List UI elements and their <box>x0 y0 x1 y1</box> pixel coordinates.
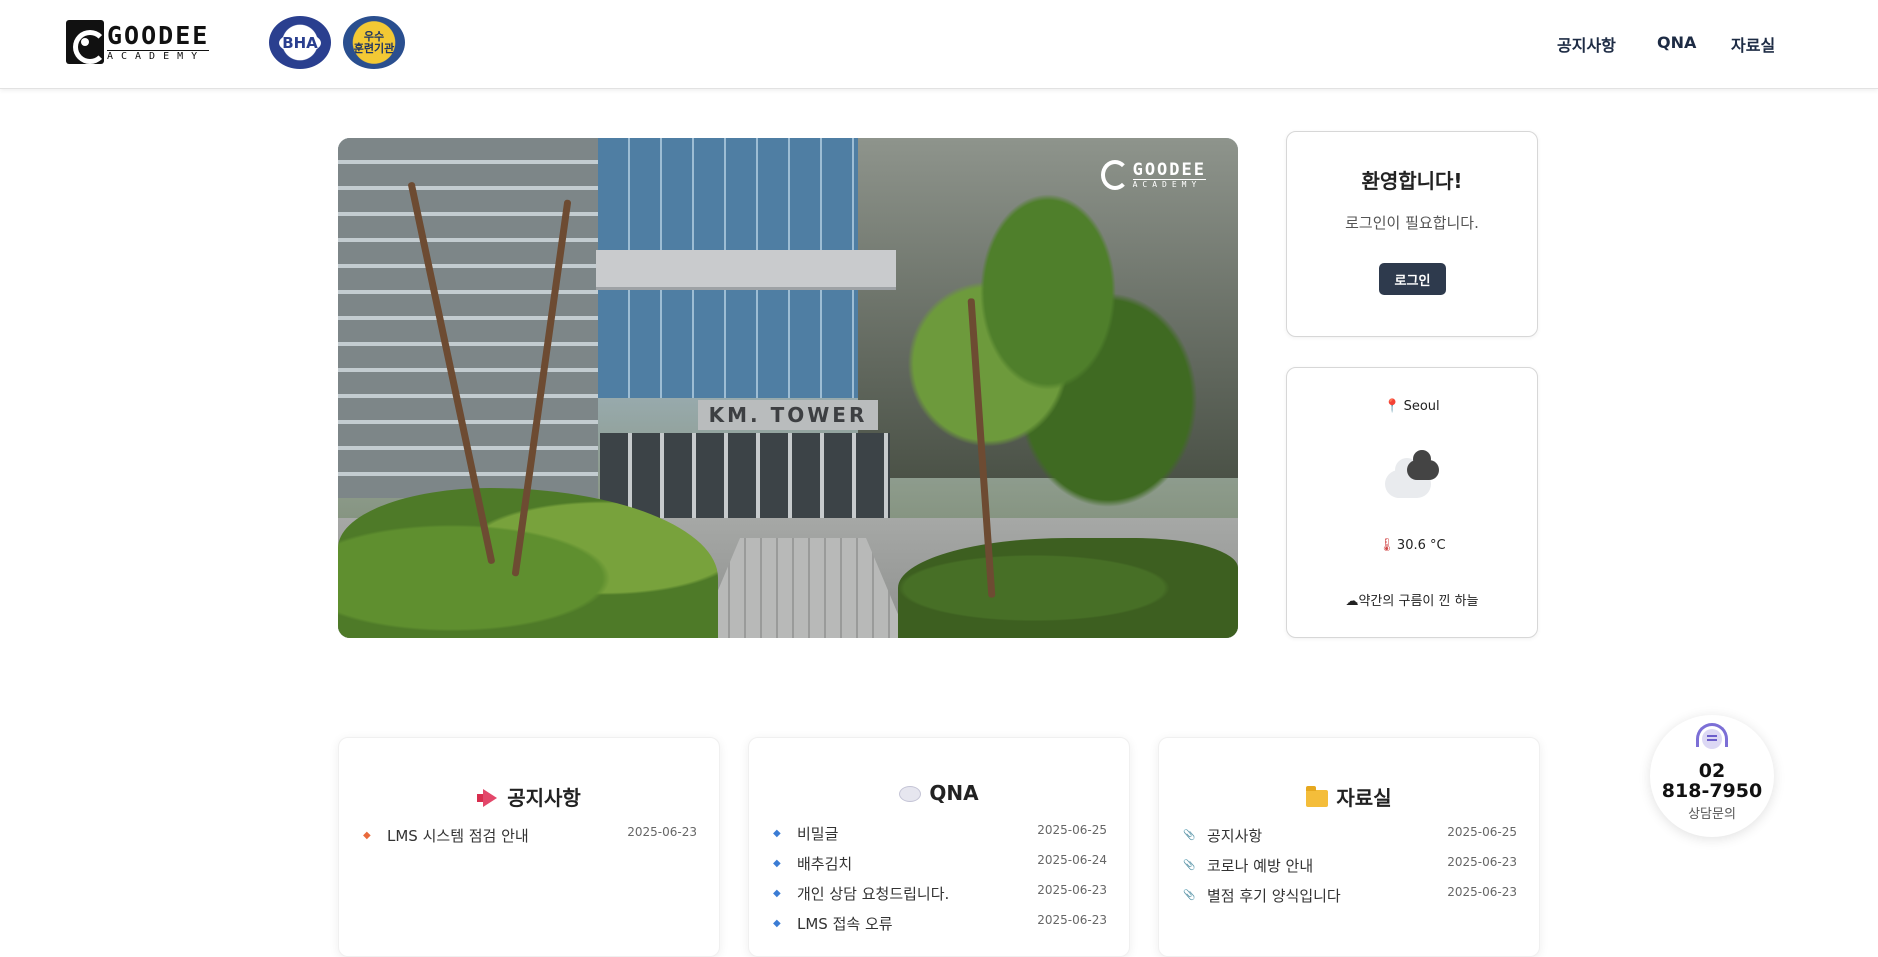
logo-word: GOODEE <box>107 20 210 50</box>
list-item-date: 2025-06-23 <box>627 825 697 839</box>
qna-board-title[interactable]: QNA <box>929 781 978 805</box>
list-item-date: 2025-06-23 <box>1037 883 1107 897</box>
speech-bubble-icon <box>899 786 922 802</box>
list-item-title[interactable]: 코로나 예방 안내 <box>1207 855 1313 876</box>
logo-sub: ACADEMY <box>107 49 210 63</box>
archive-board-title[interactable]: 자료실 <box>1336 786 1391 810</box>
paperclip-icon: 📎 <box>1183 829 1196 841</box>
list-item[interactable]: 📎 별점 후기 양식입니다 2025-06-23 <box>1183 885 1517 905</box>
hero-logo-word: GOODEE <box>1132 160 1206 180</box>
thermometer-icon: 🌡 <box>1378 538 1395 553</box>
megaphone-icon <box>477 789 499 807</box>
award-badge-text: 우수 훈련기관 <box>353 29 395 55</box>
folder-icon <box>1306 786 1329 807</box>
list-item[interactable]: ◆ 배추김치 2025-06-24 <box>773 853 1107 873</box>
login-button[interactable]: 로그인 <box>1379 263 1446 295</box>
list-item-title[interactable]: 별점 후기 양식입니다 <box>1207 885 1341 906</box>
list-item-title[interactable]: 비밀글 <box>797 823 838 844</box>
diamond-bullet-icon: ◆ <box>773 917 781 929</box>
paperclip-icon: 📎 <box>1183 889 1196 901</box>
list-item[interactable]: ◆ LMS 접속 오류 2025-06-23 <box>773 913 1107 933</box>
list-item[interactable]: ◆ 비밀글 2025-06-25 <box>773 823 1107 843</box>
goodee-academy-logo[interactable]: GOODEE ACADEMY <box>66 20 212 64</box>
list-item-title[interactable]: 배추김치 <box>797 853 852 874</box>
cloud-icon <box>1385 450 1445 500</box>
tower-sign: KM. TOWER <box>698 400 878 430</box>
diamond-bullet-icon: ◆ <box>773 827 781 839</box>
weather-description: 약간의 구름이 낀 하늘 <box>1358 594 1479 609</box>
list-item[interactable]: ◆ LMS 시스템 점검 안내 2025-06-23 <box>363 825 697 845</box>
list-item-date: 2025-06-25 <box>1447 825 1517 839</box>
notice-board: 공지사항 ◆ LMS 시스템 점검 안내 2025-06-23 <box>338 737 720 957</box>
list-item[interactable]: 📎 코로나 예방 안내 2025-06-23 <box>1183 855 1517 875</box>
hero-watermark-logo: GOODEE ACADEMY <box>1100 160 1206 190</box>
notice-board-title[interactable]: 공지사항 <box>507 786 581 810</box>
bha-badge: BHA <box>269 16 331 69</box>
diamond-bullet-icon: ◆ <box>773 857 781 869</box>
nav-qna[interactable]: QNA <box>1657 33 1696 52</box>
contact-phone-area: 02 <box>1698 760 1726 782</box>
contact-phone-number: 818-7950 <box>1661 780 1763 802</box>
bha-badge-text: BHA <box>279 32 321 53</box>
archive-board: 자료실 📎 공지사항 2025-06-25 📎 코로나 예방 안내 2025-0… <box>1158 737 1540 957</box>
right-tree <box>898 148 1198 508</box>
list-item-title[interactable]: LMS 시스템 점검 안내 <box>387 825 529 846</box>
list-item-date: 2025-06-23 <box>1037 913 1107 927</box>
hero-logo-sub: ACADEMY <box>1132 179 1206 189</box>
list-item-title[interactable]: 개인 상담 요청드립니다. <box>797 883 949 904</box>
qna-board: QNA ◆ 비밀글 2025-06-25 ◆ 배추김치 2025-06-24 ◆… <box>748 737 1130 957</box>
list-item-title[interactable]: 공지사항 <box>1207 825 1262 846</box>
entrance-canopy <box>596 250 896 290</box>
logo-mark-icon <box>66 20 107 64</box>
hero-logo-mark-icon <box>1100 160 1129 190</box>
list-item-date: 2025-06-24 <box>1037 853 1107 867</box>
list-item[interactable]: 📎 공지사항 2025-06-25 <box>1183 825 1517 845</box>
paperclip-icon: 📎 <box>1183 859 1196 871</box>
login-required-message: 로그인이 필요합니다. <box>1345 214 1479 232</box>
top-header: GOODEE ACADEMY BHA 우수 훈련기관 공지사항 QNA 자료실 <box>0 0 1878 89</box>
list-item[interactable]: ◆ 개인 상담 요청드립니다. 2025-06-23 <box>773 883 1107 903</box>
diamond-bullet-icon: ◆ <box>363 829 371 841</box>
nav-archive[interactable]: 자료실 <box>1731 32 1775 56</box>
contact-phone: 02 818-7950 <box>1650 761 1774 801</box>
headset-icon <box>1694 723 1730 755</box>
list-item-title[interactable]: LMS 접속 오류 <box>797 913 893 934</box>
cloud-sun-icon: ☁ <box>1345 594 1359 609</box>
contact-label: 상담문의 <box>1688 807 1736 822</box>
login-card: 환영합니다! 로그인이 필요합니다. 로그인 <box>1286 131 1538 337</box>
diamond-bullet-icon: ◆ <box>773 887 781 899</box>
welcome-title: 환영합니다! <box>1361 169 1463 193</box>
award-badge: 우수 훈련기관 <box>343 16 405 69</box>
nav-notice[interactable]: 공지사항 <box>1557 32 1616 56</box>
right-shrubs <box>898 538 1238 638</box>
consultation-contact-button[interactable]: 02 818-7950 상담문의 <box>1650 715 1774 837</box>
list-item-date: 2025-06-25 <box>1037 823 1107 837</box>
list-item-date: 2025-06-23 <box>1447 885 1517 899</box>
weather-city: Seoul <box>1403 399 1440 414</box>
weather-card: 📍 Seoul 🌡 30.6 °C ☁약간의 구름이 낀 하늘 <box>1286 367 1538 638</box>
pin-icon: 📍 <box>1384 399 1401 414</box>
weather-temperature: 30.6 °C <box>1396 538 1446 553</box>
hero-building-image: KM. TOWER GOODEE ACADEMY <box>338 138 1238 638</box>
list-item-date: 2025-06-23 <box>1447 855 1517 869</box>
